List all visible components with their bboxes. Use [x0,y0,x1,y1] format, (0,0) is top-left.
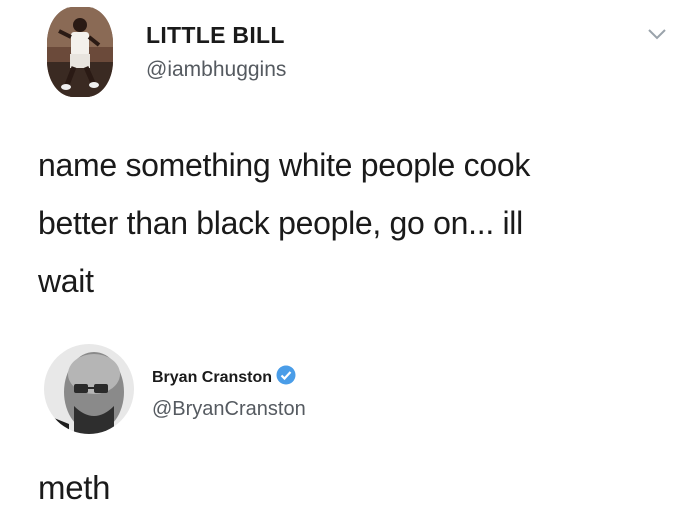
display-name[interactable]: Bryan Cranston [152,369,272,386]
tweet-text: name something white people cook better … [38,147,531,299]
handle[interactable]: @BryanCranston [152,398,306,421]
bryan-name-row: Bryan Cranston [152,365,296,387]
bald-man-glasses-avatar-icon [44,344,134,434]
display-name[interactable]: LITTLE BILL [146,22,285,49]
verified-badge-icon [276,365,296,385]
handle[interactable]: @iambhuggins [146,58,286,82]
bryan-cranston-avatar[interactable] [44,344,134,434]
chevron-down-icon[interactable] [646,26,668,42]
tweet-text: meth [38,469,111,506]
person-dancing-avatar-icon [47,7,113,97]
little-bill-avatar[interactable] [47,7,113,97]
tweet-little-bill: LITTLE BILL @iambhuggins name something … [0,0,700,330]
